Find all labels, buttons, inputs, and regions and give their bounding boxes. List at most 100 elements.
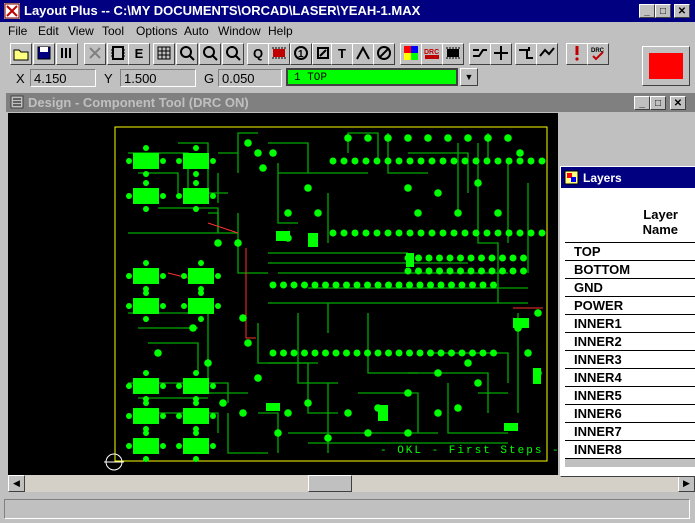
- menu-help[interactable]: Help: [268, 24, 293, 38]
- menu-tool[interactable]: Tool: [102, 24, 124, 38]
- zoom-all-icon[interactable]: [222, 43, 244, 65]
- design-window-icon[interactable]: [10, 95, 24, 109]
- pcb-design-canvas[interactable]: - OKL - First Steps -: [8, 113, 558, 475]
- edit-segment-icon[interactable]: [490, 43, 512, 65]
- e-icon[interactable]: E: [128, 43, 150, 65]
- layer-row[interactable]: INNER8: [565, 441, 695, 459]
- shove-icon[interactable]: [515, 43, 537, 65]
- print-icon[interactable]: [56, 43, 78, 65]
- pcb-pad: [404, 134, 412, 142]
- x-label: X: [16, 71, 25, 86]
- pcb-pad: [239, 409, 247, 417]
- active-layer-select[interactable]: 1 TOP: [286, 68, 458, 86]
- design-window-title-bar[interactable]: Design - Component Tool (DRC ON) _ □ ✕: [6, 93, 695, 112]
- pcb-pad: [416, 281, 424, 289]
- maximize-button[interactable]: □: [655, 4, 671, 18]
- menu-window[interactable]: Window: [218, 24, 261, 38]
- query-icon[interactable]: Q: [247, 43, 269, 65]
- pcb-pad: [527, 157, 535, 165]
- scroll-right-button[interactable]: ▶: [678, 475, 695, 492]
- layer-header-line2: Name: [642, 222, 678, 237]
- layers-spreadsheet[interactable]: Layer Name TOP BOTTOM GND POWER INNER1 I…: [565, 207, 695, 467]
- component-icon[interactable]: [107, 43, 129, 65]
- menu-options[interactable]: Options: [136, 24, 177, 38]
- design-horizontal-scrollbar[interactable]: ◀ ▶: [8, 475, 695, 492]
- layer-row[interactable]: TOP: [565, 243, 695, 261]
- grid-icon[interactable]: [153, 43, 175, 65]
- design-close-button[interactable]: ✕: [670, 96, 686, 110]
- pcb-pad: [395, 157, 403, 165]
- layer-dropdown-button[interactable]: ▼: [460, 68, 478, 86]
- layer-row[interactable]: INNER7: [565, 423, 695, 441]
- zoom-out-icon[interactable]: [199, 43, 221, 65]
- design-minimize-button[interactable]: _: [634, 96, 650, 110]
- grid-field: 0.050: [218, 69, 282, 87]
- design-maximize-button[interactable]: □: [650, 96, 666, 110]
- route-icon[interactable]: [469, 43, 491, 65]
- layers-window-icon[interactable]: [564, 170, 579, 185]
- scroll-thumb[interactable]: [308, 475, 352, 492]
- pin-icon[interactable]: 1: [290, 43, 312, 65]
- reconnect-icon[interactable]: [442, 43, 464, 65]
- zoom-in-icon[interactable]: [176, 43, 198, 65]
- pcb-pad: [193, 145, 199, 151]
- pcb-pad: [448, 281, 455, 289]
- pcb-pad: [439, 157, 447, 165]
- toolbar: E Q 1 T DRC DRC: [0, 42, 640, 66]
- drc-icon[interactable]: DRC: [421, 43, 443, 65]
- pcb-pad: [404, 389, 412, 397]
- menu-view[interactable]: View: [68, 24, 94, 38]
- footprint-icon[interactable]: [268, 43, 290, 65]
- layer-row[interactable]: POWER: [565, 297, 695, 315]
- pcb-smd-pad: [133, 298, 159, 314]
- pcb-pad: [483, 157, 491, 165]
- layer-row[interactable]: INNER2: [565, 333, 695, 351]
- drc-check-icon[interactable]: DRC: [587, 43, 609, 65]
- layer-row[interactable]: GND: [565, 279, 695, 297]
- pcb-pad: [490, 281, 497, 289]
- pcb-pad: [374, 281, 382, 289]
- connection-icon[interactable]: [352, 43, 374, 65]
- pcb-pad: [516, 149, 524, 157]
- layer-row[interactable]: INNER6: [565, 405, 695, 423]
- pcb-pad: [210, 413, 216, 419]
- pcb-pad: [143, 180, 149, 186]
- menu-edit[interactable]: Edit: [38, 24, 59, 38]
- pcb-pad: [406, 229, 414, 237]
- pcb-layout[interactable]: - OKL - First Steps -: [8, 113, 558, 475]
- pcb-smd-pad: [378, 405, 388, 421]
- layer-name-column-header[interactable]: Layer Name: [565, 207, 695, 243]
- minimize-button[interactable]: _: [639, 4, 655, 18]
- pcb-pad: [385, 349, 392, 357]
- x-coordinate-field: 4.150: [30, 69, 96, 87]
- pcb-pad: [322, 281, 329, 289]
- layer-row[interactable]: INNER1: [565, 315, 695, 333]
- active-layer-color-swatch[interactable]: [642, 46, 690, 86]
- pcb-pad: [424, 134, 432, 142]
- app-icon[interactable]: [4, 3, 20, 19]
- layer-row[interactable]: INNER5: [565, 387, 695, 405]
- pcb-pad: [344, 134, 352, 142]
- layer-row[interactable]: INNER4: [565, 369, 695, 387]
- menu-auto[interactable]: Auto: [184, 24, 209, 38]
- pcb-pad: [428, 229, 436, 237]
- layer-row[interactable]: BOTTOM: [565, 261, 695, 279]
- layers-title-bar[interactable]: Layers: [561, 167, 695, 188]
- scroll-left-button[interactable]: ◀: [8, 475, 25, 492]
- board-silkscreen-text: - OKL - First Steps -: [380, 445, 558, 457]
- menu-file[interactable]: File: [8, 24, 27, 38]
- error-icon[interactable]: [373, 43, 395, 65]
- design-rule-check-icon[interactable]: [566, 43, 588, 65]
- layer-row[interactable]: INNER3: [565, 351, 695, 369]
- text-icon[interactable]: T: [331, 43, 353, 65]
- open-folder-icon[interactable]: [10, 43, 32, 65]
- save-icon[interactable]: [33, 43, 55, 65]
- pcb-pad: [193, 171, 199, 177]
- close-button[interactable]: ✕: [674, 4, 690, 18]
- pcb-pad: [428, 157, 436, 165]
- color-icon[interactable]: [400, 43, 422, 65]
- main-title-bar[interactable]: Layout Plus -- C:\MY DOCUMENTS\ORCAD\LAS…: [0, 0, 695, 22]
- online-drc-icon[interactable]: [536, 43, 558, 65]
- pcb-pad: [332, 281, 340, 289]
- cut-icon[interactable]: [84, 43, 106, 65]
